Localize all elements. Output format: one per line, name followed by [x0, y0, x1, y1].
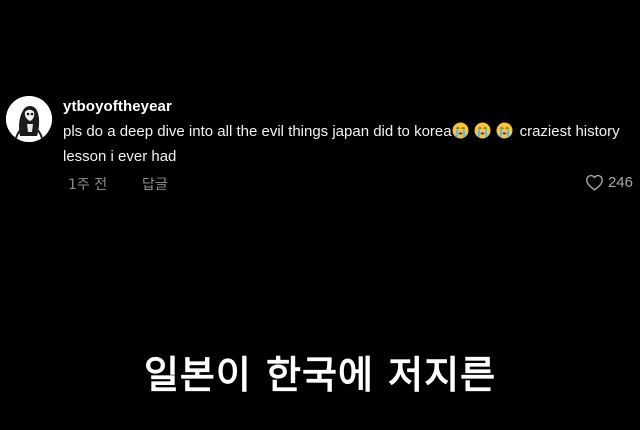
timestamp: 1주 전 — [68, 177, 108, 193]
comment-meta: 1주 전 답글 246 — [68, 174, 636, 194]
comment-text-part-1: pls do a deep dive into all the evil thi… — [63, 123, 452, 140]
loudly-crying-face-icon — [474, 122, 491, 139]
loudly-crying-face-icon — [496, 122, 513, 139]
reply-button[interactable]: 답글 — [142, 174, 168, 194]
video-subtitle: 일본이 한국에 저지른 — [143, 353, 497, 397]
heart-outline-icon — [586, 174, 603, 191]
like-count: 246 — [607, 174, 633, 191]
avatar-image — [6, 96, 52, 142]
avatar[interactable] — [6, 96, 52, 142]
loudly-crying-face-icon — [452, 122, 469, 139]
like-button[interactable]: 246 — [585, 174, 633, 191]
username[interactable]: ytboyoftheyear — [63, 98, 636, 116]
comment-text: pls do a deep dive into all the evil thi… — [63, 119, 636, 169]
